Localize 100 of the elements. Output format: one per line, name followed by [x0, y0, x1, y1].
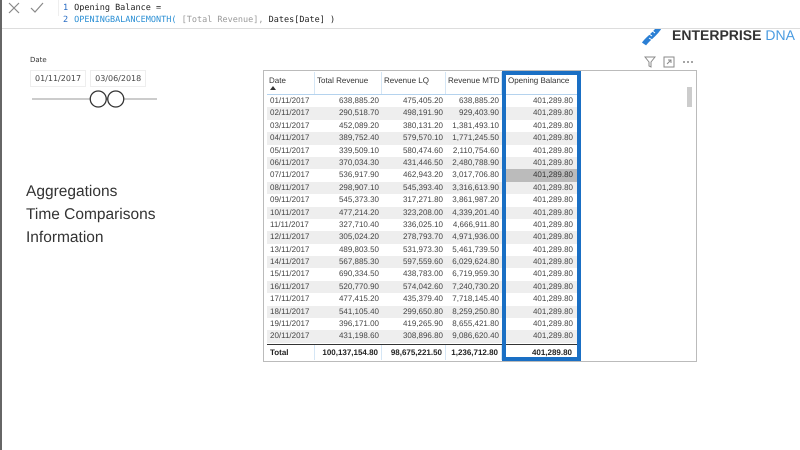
table-cell-text: 401,289.80 — [532, 95, 574, 107]
table-cell-text: 336,025.10 — [402, 218, 444, 231]
table-cell-text: 15/11/2017 — [269, 268, 310, 280]
table-cell-text: 452,089.20 — [338, 120, 380, 132]
table-cell-text: 401,289.80 — [532, 182, 574, 194]
table-cell-text: 12/11/2017 — [269, 231, 310, 244]
total-cell: 401,289.80 — [502, 344, 579, 360]
table-cell-text: 567,885.30 — [338, 256, 380, 268]
column-header[interactable]: Total Revenue — [315, 72, 382, 94]
table-cell-text: 431,198.60 — [338, 330, 380, 342]
table-cell-text: 498,191.90 — [402, 107, 444, 120]
column-header[interactable]: Revenue MTD — [446, 72, 502, 94]
line-number: 2 — [63, 14, 68, 26]
table-cell-text: 401,289.80 — [532, 280, 574, 293]
table-cell-text: 638,885.20 — [338, 95, 380, 107]
filter-icon[interactable] — [644, 56, 656, 68]
total-cell: 98,675,221.50 — [382, 344, 446, 360]
table-cell-text: 401,289.80 — [532, 231, 574, 244]
table-cell-text: 929,403.90 — [458, 107, 500, 120]
table-cell-text: 580,474.60 — [402, 144, 444, 157]
table-cell-text: 7,240,730.20 — [451, 280, 500, 293]
table-cell-text: 401,289.80 — [532, 330, 574, 342]
table-cell-text: 08/11/2017 — [269, 182, 310, 194]
table-cell-text: 401,289.80 — [532, 256, 574, 268]
table-cell-text: 401,289.80 — [532, 132, 574, 144]
table-cell-text: 477,415.20 — [338, 293, 380, 306]
table-cell-text: 05/11/2017 — [269, 144, 310, 157]
table-cell-text: 02/11/2017 — [269, 107, 310, 120]
table-cell-text: 531,973.30 — [402, 244, 444, 256]
total-cell: 100,137,154.80 — [315, 344, 382, 360]
table-cell-text: 389,752.40 — [338, 132, 380, 144]
table-cell-text: 396,171.00 — [338, 318, 380, 330]
table-cell-text: 401,289.80 — [532, 107, 574, 120]
table-cell-text: 11/11/2017 — [269, 218, 310, 231]
table-cell-text: 323,208.00 — [402, 206, 444, 219]
table-cell-text: 401,289.80 — [532, 293, 574, 306]
table-cell-text: 07/11/2017 — [269, 169, 310, 182]
table-cell-text: 16/11/2017 — [269, 280, 310, 293]
table-cell-text: 03/11/2017 — [269, 120, 310, 132]
table-cell-text: 435,379.40 — [402, 293, 444, 306]
menu-item[interactable]: Information — [26, 226, 156, 249]
table-cell-text: 545,393.40 — [402, 182, 444, 194]
table-cell-text: 401,289.80 — [532, 244, 574, 256]
range-slider[interactable] — [32, 89, 157, 109]
table-cell-text: 401,289.80 — [532, 306, 574, 318]
table-cell-text: 13/11/2017 — [269, 244, 310, 256]
table-cell-text: 431,446.50 — [402, 156, 444, 169]
table-cell-text: 638,885.20 — [458, 95, 500, 107]
table-cell-text: 20/11/2017 — [269, 330, 310, 342]
table-cell-text: 401,289.80 — [532, 268, 574, 280]
check-icon[interactable] — [30, 2, 44, 14]
column-header[interactable]: Opening Balance — [502, 72, 579, 94]
table-cell-text: 9,086,620.40 — [451, 330, 500, 342]
table-cell-text: 290,518.70 — [338, 107, 380, 120]
logo-text: ENTERPRISE DNA — [672, 27, 795, 43]
table-cell-text: 3,316,613.90 — [451, 182, 500, 194]
table-cell-text: 370,034.30 — [338, 156, 380, 169]
table-cell-text: 06/11/2017 — [269, 156, 310, 169]
menu-item[interactable]: Time Comparisons — [26, 203, 156, 226]
table-cell-text: 308,896.80 — [402, 330, 444, 342]
table-cell-text: 401,289.80 — [532, 156, 574, 169]
end-date-field[interactable]: 03/06/2018 — [90, 70, 146, 87]
table-cell-text: 17/11/2017 — [269, 293, 310, 306]
table-cell-text: 2,480,788.90 — [451, 156, 500, 169]
table-cell-text: 462,943.20 — [402, 169, 444, 182]
close-icon[interactable] — [8, 2, 20, 14]
code-line[interactable]: OPENINGBALANCEMONTH( [Total Revenue], Dates[Date] ) — [74, 14, 336, 26]
table-cell-text: 579,570.10 — [402, 132, 444, 144]
table-cell-text: 4,339,201.40 — [451, 206, 500, 219]
column-header[interactable]: Revenue LQ — [382, 72, 446, 94]
total-cell: Total — [267, 344, 315, 360]
table-cell-text: 278,793.70 — [402, 231, 444, 244]
table-cell-text: 4,666,911.80 — [452, 218, 500, 231]
table-cell-text: 401,289.80 — [532, 120, 574, 132]
menu-item[interactable]: Aggregations — [26, 180, 156, 203]
table-cell-text: 4,971,936.00 — [451, 231, 500, 244]
table-cell-text: 6,719,959.30 — [451, 268, 500, 280]
code-line[interactable]: Opening Balance = — [74, 2, 162, 14]
table-cell-text: 10/11/2017 — [269, 206, 310, 219]
table-cell-text: 327,710.40 — [338, 218, 380, 231]
table-cell-text: 401,289.80 — [532, 194, 574, 206]
table-cell-text: 1,771,245.50 — [451, 132, 500, 144]
table-cell-text: 01/11/2017 — [269, 95, 310, 107]
start-date-field[interactable]: 01/11/2017 — [30, 70, 86, 87]
table-cell-text: 541,105.40 — [338, 306, 380, 318]
table-cell-text: 545,373.30 — [338, 194, 380, 206]
table-cell-text: 305,024.20 — [338, 231, 380, 244]
table-cell-text: 401,289.80 — [532, 318, 574, 330]
table-cell-text: 475,405.20 — [402, 95, 444, 107]
column-header[interactable]: Date — [267, 72, 315, 94]
table-cell-text: 6,029,624.80 — [451, 256, 500, 268]
more-options-icon[interactable] — [682, 60, 694, 64]
table-cell-text: 19/11/2017 — [269, 318, 310, 330]
table-cell-text: 299,650.80 — [402, 306, 444, 318]
table-cell-text: 18/11/2017 — [269, 306, 310, 318]
table-cell-text: 339,509.10 — [338, 144, 380, 157]
table-cell-text: 09/11/2017 — [269, 194, 310, 206]
focus-mode-icon[interactable] — [663, 56, 675, 68]
table-cell-text: 438,783.00 — [402, 268, 444, 280]
table-cell-text: 489,803.50 — [338, 244, 380, 256]
